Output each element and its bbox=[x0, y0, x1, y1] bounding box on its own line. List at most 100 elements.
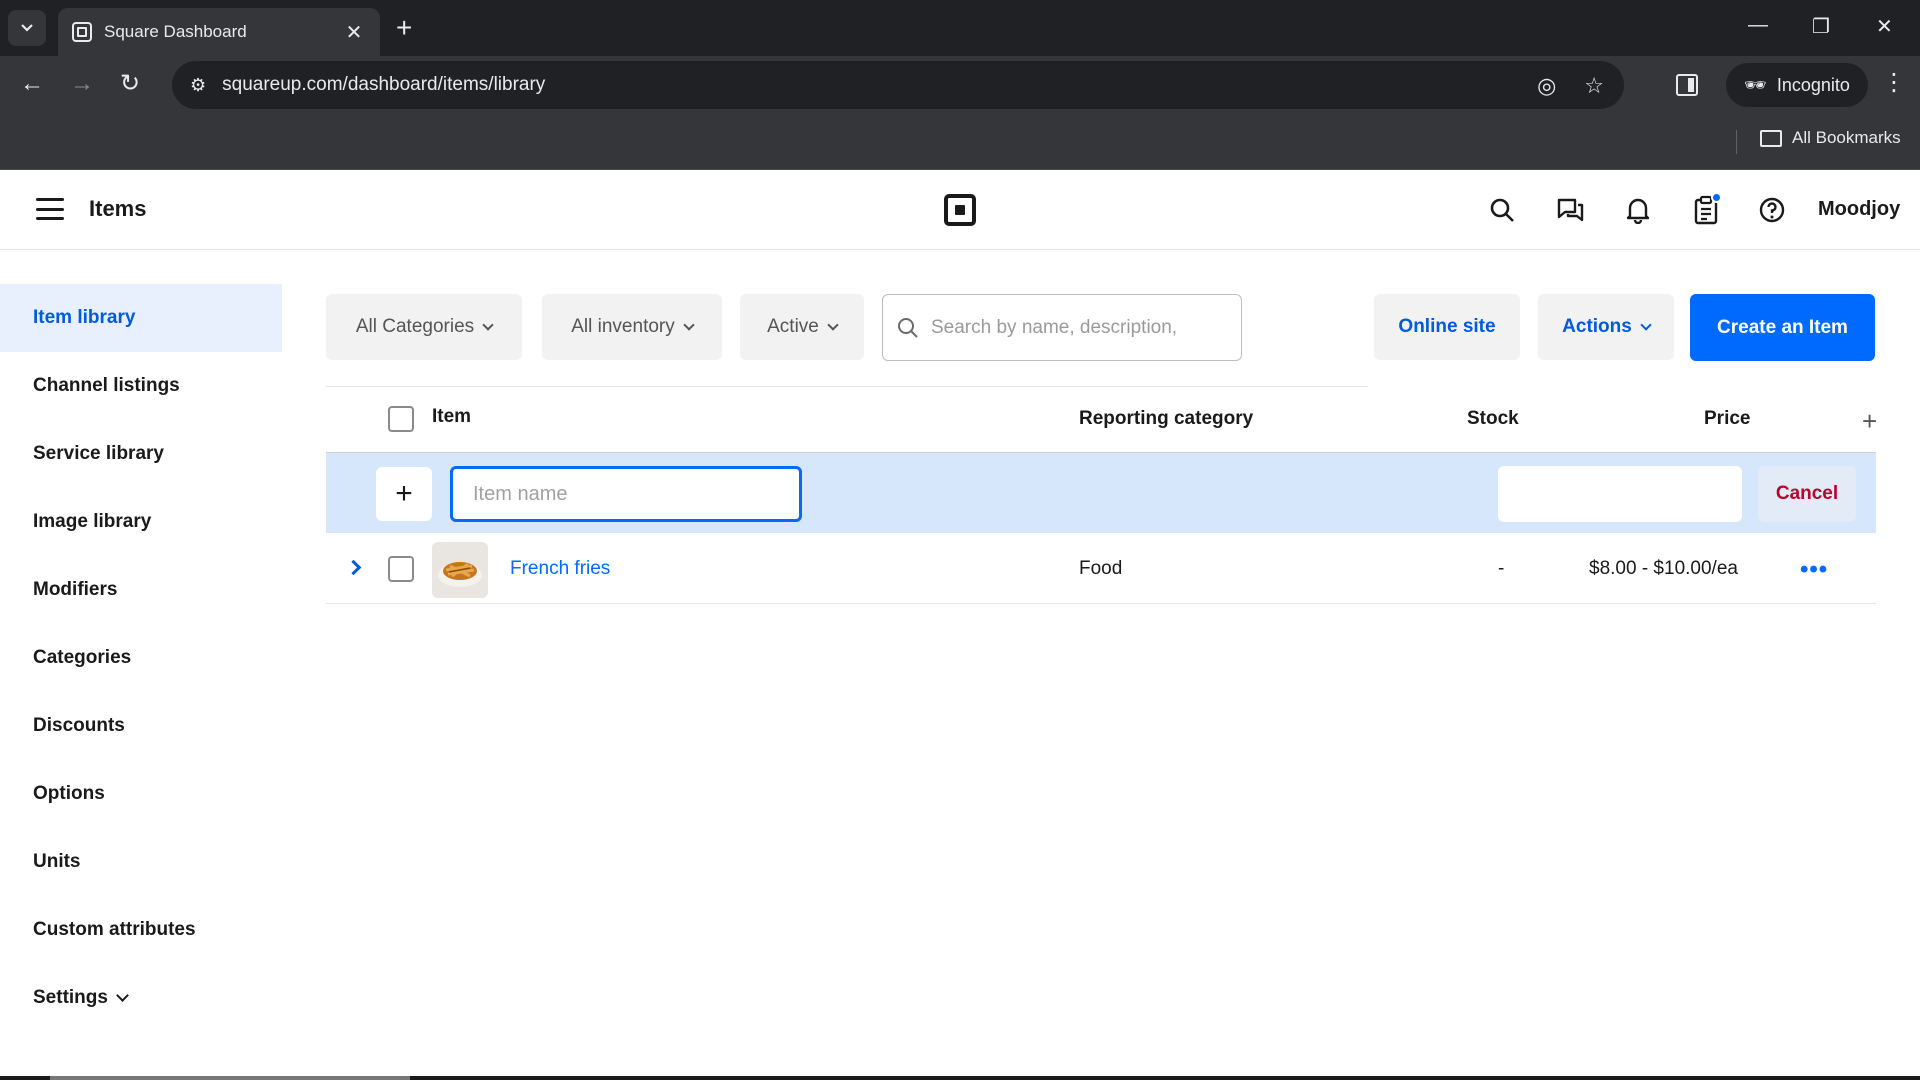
sidebar-item-units[interactable]: Units bbox=[0, 828, 282, 896]
sidebar-item-modifiers[interactable]: Modifiers bbox=[0, 556, 282, 624]
select-all-checkbox[interactable] bbox=[388, 406, 414, 432]
online-site-button[interactable]: Online site bbox=[1374, 294, 1520, 360]
sidebar-item-item-library[interactable]: Item library bbox=[0, 284, 282, 352]
status-filter[interactable]: Active bbox=[740, 294, 864, 360]
sidebar-item-label: Channel listings bbox=[33, 375, 180, 396]
item-name-link[interactable]: French fries bbox=[510, 558, 610, 580]
side-panel-icon[interactable] bbox=[1676, 74, 1698, 96]
item-price: $8.00 - $10.00/ea bbox=[1589, 558, 1738, 579]
eye-off-icon[interactable]: ◎ bbox=[1537, 73, 1556, 99]
chevron-down-icon bbox=[116, 989, 129, 1002]
minimize-icon[interactable]: — bbox=[1748, 14, 1768, 37]
add-item-details-button[interactable]: + bbox=[376, 467, 432, 521]
browser-menu-icon[interactable]: ⋮ bbox=[1882, 68, 1906, 97]
help-icon[interactable] bbox=[1756, 194, 1788, 226]
divider bbox=[326, 386, 1368, 387]
reload-icon[interactable]: ↻ bbox=[120, 70, 140, 98]
add-column-icon[interactable]: + bbox=[1862, 408, 1877, 434]
square-favicon-icon bbox=[72, 22, 92, 42]
sidebar-item-service-library[interactable]: Service library bbox=[0, 420, 282, 488]
button-label: Create an Item bbox=[1717, 316, 1848, 338]
page-title: Items bbox=[89, 196, 147, 221]
restore-icon[interactable]: ❐ bbox=[1812, 14, 1830, 39]
forward-icon[interactable]: → bbox=[70, 70, 94, 98]
star-icon[interactable]: ☆ bbox=[1584, 73, 1604, 99]
account-name[interactable]: Moodjoy bbox=[1818, 198, 1900, 221]
sidebar-item-label: Image library bbox=[33, 511, 152, 532]
incognito-label: Incognito bbox=[1776, 74, 1850, 95]
sidebar-item-discounts[interactable]: Discounts bbox=[0, 692, 282, 760]
sidebar-item-channel-listings[interactable]: Channel listings bbox=[0, 352, 282, 420]
column-header-price[interactable]: Price bbox=[1704, 408, 1750, 430]
sidebar: Item library Channel listings Service li… bbox=[0, 284, 282, 1032]
filter-label: All Categories bbox=[355, 316, 475, 337]
more-options-icon[interactable]: ••• bbox=[1800, 556, 1828, 584]
video-progress-bar bbox=[0, 1076, 1920, 1080]
sidebar-item-label: Options bbox=[33, 783, 105, 804]
chevron-right-icon[interactable] bbox=[345, 559, 362, 576]
sidebar-item-label: Categories bbox=[33, 647, 132, 668]
search-input[interactable]: Search by name, description, bbox=[882, 294, 1242, 361]
sidebar-item-label: Units bbox=[33, 851, 81, 872]
browser-tab[interactable]: Square Dashboard ✕ bbox=[58, 8, 380, 56]
close-tab-icon[interactable]: ✕ bbox=[342, 20, 366, 45]
tab-search-button[interactable] bbox=[8, 10, 46, 46]
bookmarks-divider bbox=[1736, 130, 1737, 154]
bell-icon[interactable] bbox=[1622, 194, 1654, 226]
sidebar-item-categories[interactable]: Categories bbox=[0, 624, 282, 692]
clipboard-icon[interactable] bbox=[1690, 192, 1722, 226]
sidebar-item-label: Item library bbox=[33, 307, 136, 328]
notification-dot bbox=[1711, 192, 1722, 203]
column-header-stock[interactable]: Stock bbox=[1467, 408, 1519, 430]
categories-filter[interactable]: All Categories bbox=[326, 294, 522, 360]
new-tab-icon[interactable]: + bbox=[396, 14, 412, 42]
address-bar[interactable]: ⚙ squareup.com/dashboard/items/library ◎… bbox=[172, 61, 1624, 109]
chevron-down-icon bbox=[21, 24, 33, 32]
incognito-icon: 🕶 bbox=[1744, 74, 1767, 95]
all-bookmarks-button[interactable]: All Bookmarks bbox=[1760, 128, 1901, 148]
actions-button[interactable]: Actions bbox=[1538, 294, 1674, 360]
column-header-reporting-category[interactable]: Reporting category bbox=[1079, 408, 1253, 430]
sidebar-item-custom-attributes[interactable]: Custom attributes bbox=[0, 896, 282, 964]
incognito-badge[interactable]: 🕶 Incognito bbox=[1726, 63, 1868, 107]
browser-tabbar: Square Dashboard ✕ + — ❐ ✕ bbox=[0, 0, 1920, 56]
item-thumbnail bbox=[432, 542, 488, 598]
button-label: Actions bbox=[1562, 316, 1632, 337]
item-stock: - bbox=[1498, 558, 1505, 579]
sidebar-item-image-library[interactable]: Image library bbox=[0, 488, 282, 556]
column-header-item[interactable]: Item bbox=[432, 406, 471, 428]
sidebar-item-label: Custom attributes bbox=[33, 919, 196, 940]
row-checkbox[interactable] bbox=[388, 556, 414, 582]
back-icon[interactable]: ← bbox=[20, 70, 44, 98]
search-icon bbox=[898, 317, 918, 338]
cancel-button[interactable]: Cancel bbox=[1758, 466, 1856, 522]
site-settings-icon[interactable]: ⚙ bbox=[190, 75, 206, 96]
chevron-down-icon bbox=[1640, 318, 1652, 331]
sidebar-item-label: Modifiers bbox=[33, 579, 118, 600]
chevron-down-icon bbox=[827, 318, 839, 331]
app-header: Items Moodjoy bbox=[0, 170, 1920, 250]
button-label: Online site bbox=[1398, 316, 1496, 337]
plus-icon: + bbox=[395, 477, 413, 510]
sidebar-item-settings[interactable]: Settings bbox=[0, 964, 282, 1032]
close-window-icon[interactable]: ✕ bbox=[1876, 14, 1893, 39]
create-item-button[interactable]: Create an Item bbox=[1690, 294, 1875, 361]
search-icon[interactable] bbox=[1486, 194, 1518, 226]
all-bookmarks-label: All Bookmarks bbox=[1792, 128, 1901, 147]
inventory-filter[interactable]: All inventory bbox=[542, 294, 722, 360]
french-fries-image bbox=[432, 542, 488, 598]
square-logo-icon[interactable] bbox=[944, 194, 976, 226]
sidebar-item-options[interactable]: Options bbox=[0, 760, 282, 828]
folder-icon bbox=[1760, 129, 1782, 147]
menu-icon[interactable] bbox=[36, 198, 64, 220]
tab-title: Square Dashboard bbox=[104, 22, 247, 41]
sidebar-item-label: Discounts bbox=[33, 715, 125, 736]
chevron-down-icon bbox=[683, 318, 695, 331]
browser-toolbar: ← → ↻ ⚙ squareup.com/dashboard/items/lib… bbox=[0, 56, 1920, 114]
new-item-row: + Cancel bbox=[326, 453, 1876, 533]
item-name-input[interactable] bbox=[450, 466, 802, 522]
messages-icon[interactable] bbox=[1554, 194, 1586, 226]
chevron-down-icon bbox=[482, 318, 494, 331]
table-row[interactable]: French fries Food - $8.00 - $10.00/ea ••… bbox=[326, 534, 1876, 604]
price-input[interactable] bbox=[1498, 466, 1742, 522]
